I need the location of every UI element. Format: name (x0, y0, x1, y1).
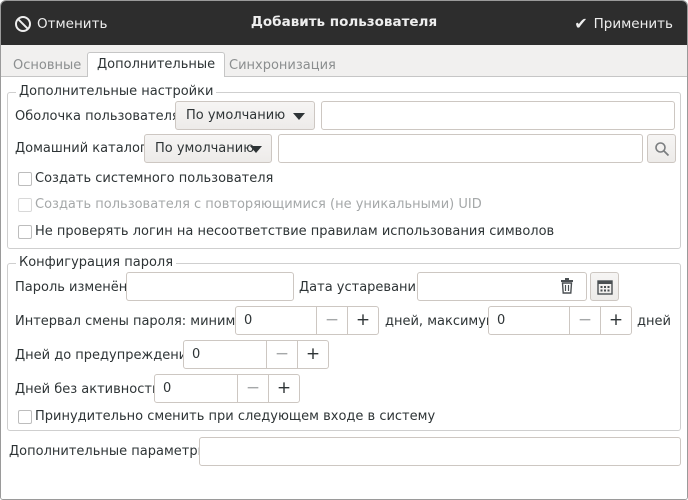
minus-icon[interactable]: − (316, 307, 347, 334)
system-user-checkbox[interactable] (18, 172, 32, 186)
trash-icon (561, 278, 573, 294)
warn-days-value[interactable]: 0 (184, 341, 266, 368)
shell-label: Оболочка пользователя: (15, 109, 185, 124)
interval-min-spinner[interactable]: 0 − + (235, 306, 379, 335)
clear-date-button[interactable] (560, 278, 574, 298)
advanced-settings-group: Дополнительные настройки Оболочка пользо… (7, 84, 681, 249)
interval-max-value[interactable]: 0 (489, 307, 569, 334)
apply-label: Применить (593, 15, 673, 32)
inactive-days-spinner[interactable]: 0 − + (154, 374, 300, 403)
non-unique-uid-checkbox[interactable] (18, 198, 32, 212)
force-change-label: Принудительно сменить при следующем вход… (35, 409, 436, 424)
chevron-down-icon (293, 113, 305, 120)
chevron-down-icon (250, 146, 262, 153)
home-dir-dropdown[interactable]: По умолчанию (144, 134, 272, 163)
interval-min-value[interactable]: 0 (236, 307, 316, 334)
skip-login-check-label: Не проверять логин на несоответствие пра… (35, 224, 555, 239)
checkmark-icon: ✔ (574, 13, 588, 33)
warn-days-spinner[interactable]: 0 − + (183, 340, 329, 369)
advanced-settings-legend: Дополнительные настройки (16, 84, 217, 100)
interval-max-label: дней, максимум (385, 314, 496, 329)
password-changed-label: Пароль изменён: (15, 280, 132, 295)
home-dir-search-button[interactable] (647, 134, 676, 163)
minus-icon[interactable]: − (266, 341, 297, 368)
plus-icon[interactable]: + (268, 375, 299, 402)
non-unique-uid-label: Создать пользователя с повторяющимися (н… (35, 197, 482, 212)
password-config-group: Конфигурация пароля Пароль изменён: Дата… (7, 255, 681, 431)
interval-max-spinner[interactable]: 0 − + (488, 306, 632, 335)
inactive-days-label: Дней без активности: (15, 382, 165, 397)
shell-input[interactable] (321, 101, 675, 130)
shell-dropdown[interactable]: По умолчанию (175, 101, 315, 130)
plus-icon[interactable]: + (297, 341, 328, 368)
search-icon (654, 141, 669, 156)
home-dir-label: Домашний каталог: (15, 141, 152, 156)
extra-params-label: Дополнительные параметры: (9, 444, 213, 459)
password-changed-input[interactable] (126, 272, 294, 301)
interval-days-label: дней (637, 314, 671, 329)
skip-login-check-checkbox[interactable] (18, 225, 32, 239)
dialog-window: Отменить Добавить пользователя ✔ Примени… (0, 0, 688, 500)
tab-advanced[interactable]: Дополнительные (87, 52, 226, 78)
force-change-checkbox[interactable] (18, 410, 32, 424)
minus-icon[interactable]: − (569, 307, 600, 334)
tab-content: Дополнительные настройки Оболочка пользо… (1, 77, 687, 499)
password-interval-label: Интервал смены пароля: минимум (15, 314, 253, 329)
plus-icon[interactable]: + (347, 307, 378, 334)
tab-bar: Основные Дополнительные Синхронизация (1, 45, 687, 78)
home-dir-input[interactable] (278, 134, 643, 163)
header-bar: Отменить Добавить пользователя ✔ Примени… (1, 1, 687, 45)
extra-params-input[interactable] (199, 437, 681, 466)
minus-icon[interactable]: − (237, 375, 268, 402)
inactive-days-value[interactable]: 0 (155, 375, 237, 402)
plus-icon[interactable]: + (600, 307, 631, 334)
tab-main[interactable]: Основные (7, 55, 87, 77)
calendar-button[interactable] (590, 272, 619, 301)
home-dir-selected: По умолчанию (155, 141, 255, 156)
tab-sync[interactable]: Синхронизация (223, 55, 342, 77)
apply-button[interactable]: ✔ Применить (574, 10, 673, 37)
shell-selected: По умолчанию (186, 108, 286, 123)
system-user-label: Создать системного пользователя (35, 171, 274, 186)
calendar-icon (596, 279, 613, 295)
expire-date-label: Дата устаревания: (299, 280, 429, 295)
warn-days-label: Дней до предупреждения: (15, 348, 200, 363)
password-config-legend: Конфигурация пароля (16, 255, 177, 271)
